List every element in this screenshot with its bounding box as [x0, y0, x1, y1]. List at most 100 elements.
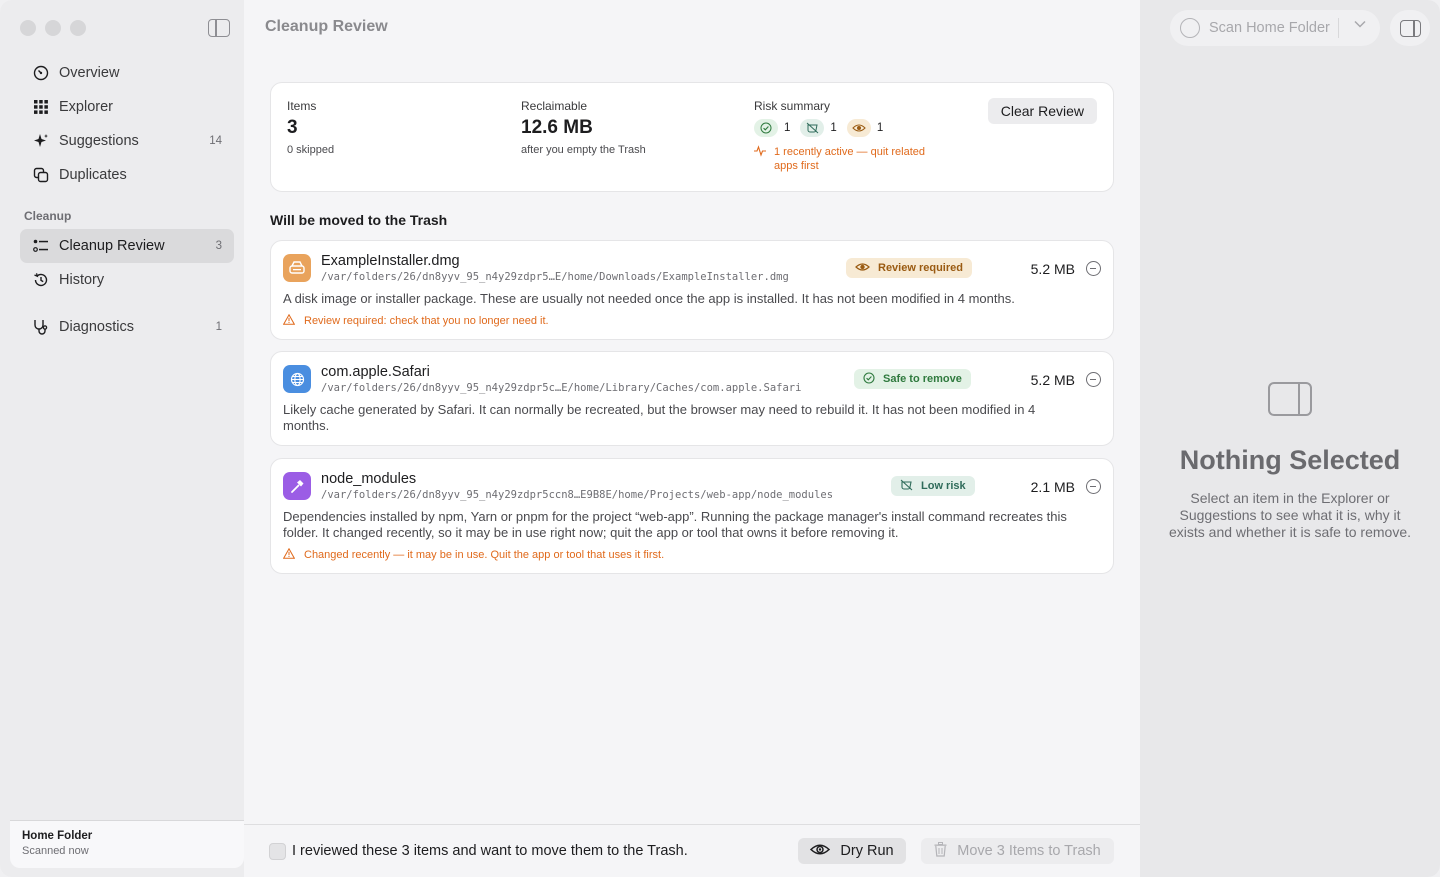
item-path: /var/folders/26/dn8yyv_95_n4y29zdpr5c…E/… — [321, 382, 802, 394]
sidebar-item-history[interactable]: History — [20, 263, 234, 297]
item-description: Likely cache generated by Safari. It can… — [283, 402, 1036, 433]
sidebar-item-diagnostics[interactable]: Diagnostics 1 — [20, 310, 234, 344]
risk-warning-text: 1 recently active — quit related apps fi… — [774, 146, 926, 172]
sidebar-cleanup-section: Cleanup Cleanup Review 3 History — [20, 209, 234, 297]
page-title: Cleanup Review — [265, 18, 388, 35]
minimize-window-button[interactable] — [45, 20, 61, 36]
review-eye-icon — [846, 119, 871, 137]
activity-icon — [754, 145, 766, 173]
item-path: /var/folders/26/dn8yyv_95_n4y29zdpr5…E/h… — [321, 271, 789, 283]
cleanup-item[interactable]: ExampleInstaller.dmg /var/folders/26/dn8… — [270, 240, 1114, 340]
sidebar-item-duplicates[interactable]: Duplicates — [20, 158, 234, 192]
scan-icon — [1180, 18, 1200, 38]
item-name: node_modules — [321, 471, 417, 487]
status-badge: Safe to remove — [854, 369, 971, 389]
scan-location: Home Folder — [22, 830, 93, 842]
inspector-toggle-icon — [1400, 20, 1421, 37]
action-bar: I reviewed these 3 items and want to mov… — [244, 824, 1140, 877]
remove-item-button[interactable] — [1086, 479, 1101, 494]
remove-item-button[interactable] — [1086, 372, 1101, 387]
item-name: ExampleInstaller.dmg — [321, 253, 460, 269]
badge-label: Low risk — [921, 480, 966, 492]
app-window: Overview Explorer Suggestions 14 Duplica… — [0, 0, 1440, 877]
items-label: Items — [287, 99, 317, 113]
low-risk-icon — [900, 479, 913, 494]
badge-label: Review required — [878, 262, 963, 274]
summary-card: Items 3 0 skipped Reclaimable 12.6 MB af… — [270, 82, 1114, 192]
checklist-icon — [32, 237, 50, 255]
grid-icon — [32, 98, 50, 116]
hammer-icon — [283, 472, 311, 500]
cleanup-item[interactable]: node_modules /var/folders/26/dn8yyv_95_n… — [270, 458, 1114, 574]
count-badge: 1 — [215, 321, 222, 333]
inspector-toggle-button[interactable] — [1390, 10, 1430, 46]
item-warning: Review required: check that you no longe… — [282, 313, 549, 328]
sparkle-icon — [32, 132, 50, 150]
count-badge: 3 — [215, 240, 222, 252]
risk-label: Risk summary — [754, 99, 831, 113]
reclaimable-label: Reclaimable — [521, 99, 588, 113]
status-badge: Low risk — [891, 476, 975, 496]
sidebar-item-suggestions[interactable]: Suggestions 14 — [20, 124, 234, 158]
check-circle-icon — [863, 371, 875, 387]
item-size: 5.2 MB — [1030, 261, 1075, 277]
sidebar-item-label: Suggestions — [59, 133, 139, 149]
empty-state-description: Select an item in the Explorer or Sugges… — [1169, 490, 1411, 540]
item-path: /var/folders/26/dn8yyv_95_n4y29zdpr5ccn8… — [321, 489, 834, 501]
status-badge: Review required — [846, 258, 972, 278]
safe-check-icon — [754, 119, 778, 137]
low-risk-count: 1 — [830, 122, 837, 134]
sidebar-toggle-icon[interactable] — [208, 19, 230, 37]
review-count: 1 — [876, 122, 884, 134]
divider — [1338, 18, 1339, 38]
warning-text: Changed recently — it may be in use. Qui… — [304, 549, 665, 561]
badge-label: Safe to remove — [883, 373, 962, 385]
trash-icon — [934, 841, 947, 861]
chevron-down-icon[interactable] — [1354, 16, 1366, 31]
scan-status: Home Folder Scanned now — [10, 820, 244, 868]
window-controls — [20, 20, 86, 36]
eye-icon — [810, 843, 831, 860]
sidebar-item-label: Overview — [59, 65, 120, 81]
remove-item-button[interactable] — [1086, 261, 1101, 276]
item-warning: Changed recently — it may be in use. Qui… — [282, 547, 665, 562]
sidebar-item-label: History — [59, 272, 105, 288]
duplicate-icon — [32, 166, 50, 184]
section-header: Cleanup — [24, 209, 72, 223]
cleanup-item[interactable]: com.apple.Safari /var/folders/26/dn8yyv_… — [270, 351, 1114, 446]
sidebar-item-label: Cleanup Review — [59, 238, 165, 254]
zoom-window-button[interactable] — [70, 20, 86, 36]
clear-review-button[interactable]: Clear Review — [987, 98, 1097, 124]
scan-home-folder-button[interactable]: Scan Home Folder — [1170, 10, 1380, 46]
sidebar-item-explorer[interactable]: Explorer — [20, 90, 234, 124]
section-title: Will be moved to the Trash — [270, 212, 448, 228]
sidebar-item-cleanup-review[interactable]: Cleanup Review 3 — [20, 229, 234, 263]
history-icon — [32, 271, 50, 289]
item-size: 5.2 MB — [1030, 372, 1075, 388]
item-name: com.apple.Safari — [321, 364, 430, 380]
sidebar: Overview Explorer Suggestions 14 Duplica… — [0, 0, 244, 877]
confirm-label[interactable]: I reviewed these 3 items and want to mov… — [292, 843, 688, 859]
warning-triangle-icon — [282, 313, 296, 328]
safe-count: 1 — [784, 122, 791, 134]
low-risk-icon — [800, 119, 825, 137]
globe-icon — [283, 365, 311, 393]
sidebar-item-label: Duplicates — [59, 167, 127, 183]
confirm-checkbox[interactable] — [269, 843, 286, 860]
move-to-trash-button[interactable]: Move 3 Items to Trash — [921, 838, 1114, 864]
risk-summary: Risk summary 1 1 1 1 recently active — q… — [754, 99, 944, 173]
gauge-icon — [32, 64, 50, 82]
items-skipped: 0 skipped — [287, 144, 335, 156]
stethoscope-icon — [32, 318, 50, 336]
close-window-button[interactable] — [20, 20, 36, 36]
reclaimable-note: after you empty the Trash — [521, 144, 646, 156]
items-value: 3 — [287, 117, 298, 138]
warning-triangle-icon — [282, 547, 296, 562]
inspector-placeholder-icon — [1268, 382, 1312, 416]
dry-run-label: Dry Run — [840, 843, 894, 859]
item-description: Dependencies installed by npm, Yarn or p… — [283, 509, 1067, 540]
risk-counts: 1 1 1 — [754, 119, 944, 137]
eye-icon — [855, 262, 870, 275]
dry-run-button[interactable]: Dry Run — [798, 838, 906, 864]
sidebar-item-overview[interactable]: Overview — [20, 56, 234, 90]
